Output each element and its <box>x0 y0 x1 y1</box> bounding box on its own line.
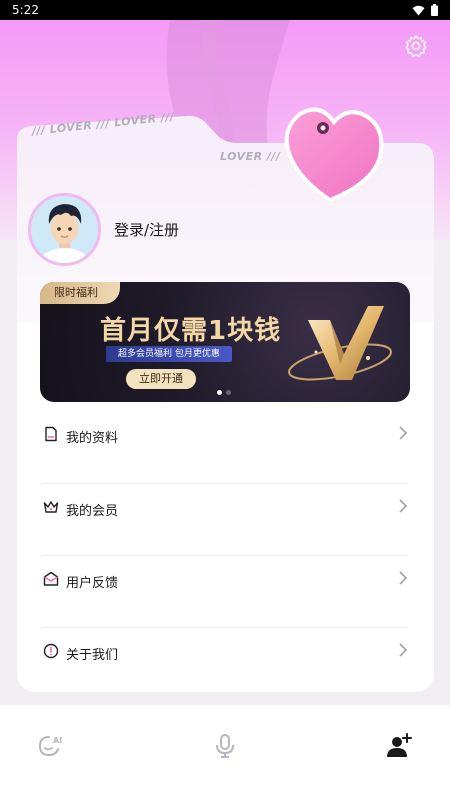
menu-item-label: 我的资料 <box>66 431 119 446</box>
chevron-right-icon <box>399 499 408 513</box>
chevron-right-icon <box>399 571 408 585</box>
menu-item-about[interactable]: 关于我们 <box>28 627 422 685</box>
menu-item-label: 用户反馈 <box>66 576 119 591</box>
banner-tag: 限时福利 <box>40 282 120 304</box>
bottom-navigation: AI <box>0 705 450 800</box>
banner-pagination[interactable] <box>217 390 231 395</box>
menu-list: 我的资料 我的会员 用户反馈 关于我们 <box>28 410 422 685</box>
banner-dot-active[interactable] <box>217 390 222 395</box>
banner-open-button[interactable]: 立即开通 <box>126 369 196 389</box>
login-register-link[interactable]: 登录/注册 <box>114 219 179 240</box>
wifi-icon <box>412 5 425 15</box>
menu-item-membership[interactable]: 我的会员 <box>28 483 422 555</box>
heart-decoration-icon <box>284 107 384 203</box>
profile-doc-icon <box>45 426 57 442</box>
promo-banner[interactable]: 限时福利 首月仅需1块钱 超多会员福利 包月更优惠 立即开通 <box>40 282 410 402</box>
banner-dot[interactable] <box>226 390 231 395</box>
status-icons <box>412 4 438 16</box>
menu-item-label: 关于我们 <box>66 648 119 663</box>
status-bar: 5:22 <box>0 0 450 20</box>
user-add-icon[interactable] <box>384 731 414 761</box>
banner-subtitle: 超多会员福利 包月更优惠 <box>106 346 232 362</box>
settings-gear-icon[interactable] <box>404 34 428 58</box>
status-time: 5:22 <box>12 3 39 17</box>
battery-icon <box>431 4 438 16</box>
banner-title: 首月仅需1块钱 <box>100 316 282 346</box>
crown-icon <box>43 501 59 513</box>
ai-chat-icon[interactable]: AI <box>36 731 66 761</box>
avatar-image <box>31 196 98 263</box>
user-avatar[interactable] <box>28 193 101 266</box>
chevron-right-icon <box>399 643 408 657</box>
microphone-icon[interactable] <box>210 731 240 761</box>
vip-v-logo-icon <box>288 306 392 381</box>
menu-item-profile[interactable]: 我的资料 <box>28 410 422 482</box>
info-icon <box>43 643 59 659</box>
menu-item-feedback[interactable]: 用户反馈 <box>28 555 422 627</box>
svg-text:AI: AI <box>53 736 62 745</box>
feedback-mail-icon <box>43 571 59 586</box>
chevron-right-icon <box>399 426 408 440</box>
menu-item-label: 我的会员 <box>66 504 119 519</box>
lover-decoration-text: LOVER /// <box>220 150 281 163</box>
